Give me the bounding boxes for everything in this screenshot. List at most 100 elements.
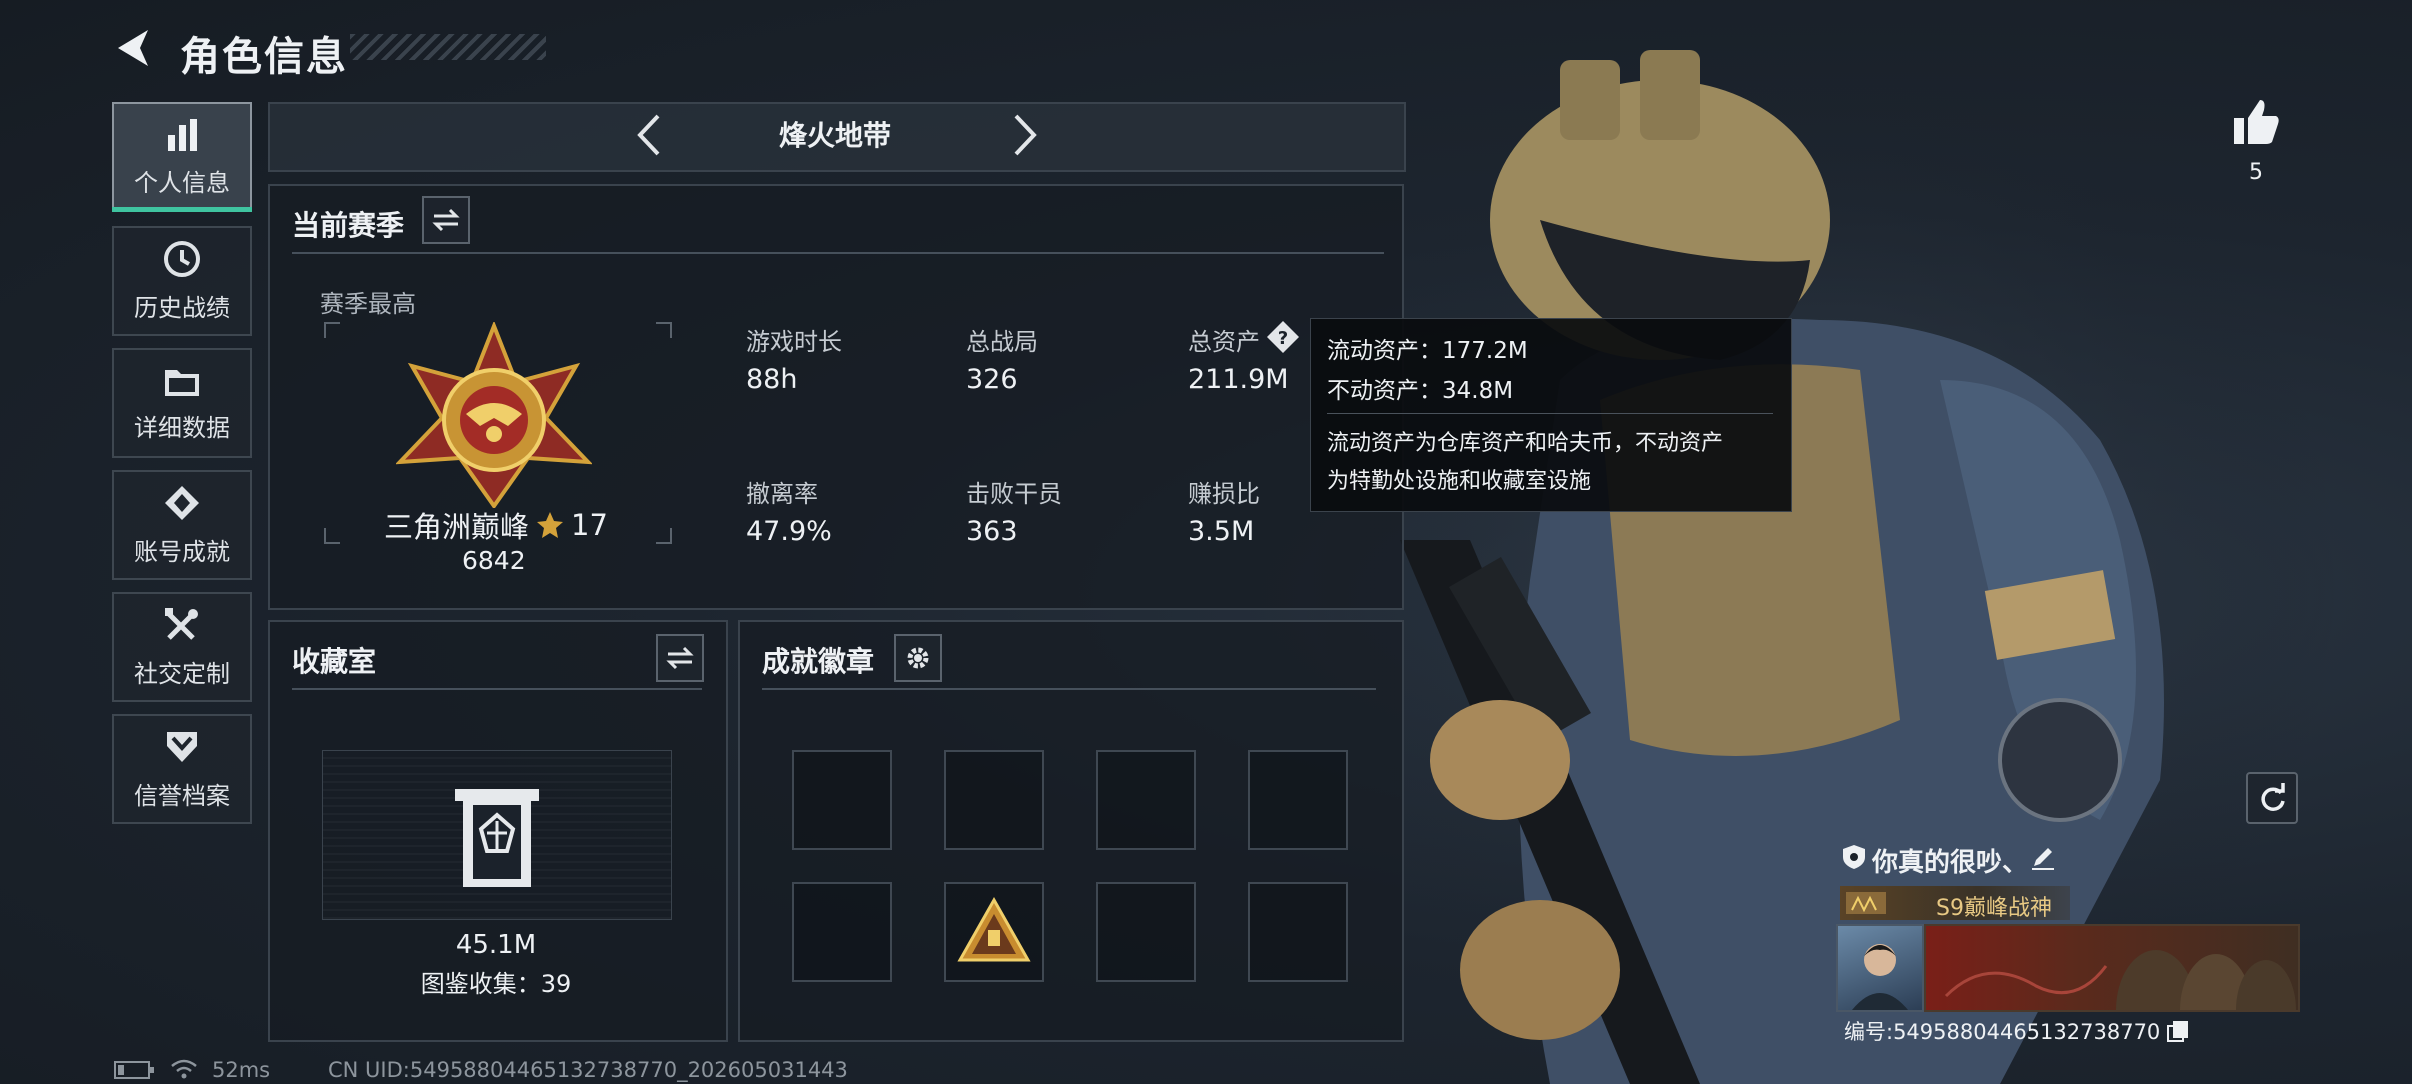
tooltip-divider (1327, 413, 1773, 414)
back-arrow-icon (118, 30, 148, 66)
stat-value-kills: 363 (966, 516, 1018, 547)
rank-stars: 17 (571, 508, 608, 542)
season-best-label: 赛季最高 (320, 290, 416, 318)
uid-text: CN UID:54958804465132738770_202605031443 (328, 1058, 848, 1082)
copy-icon (2167, 1021, 2189, 1042)
folder-icon (165, 369, 199, 396)
clock-history-icon (164, 240, 200, 277)
collection-switch-button[interactable] (656, 634, 704, 682)
collection-title: 收藏室 (292, 645, 377, 678)
shield-chevron-icon (167, 731, 197, 762)
badge-slot[interactable] (1096, 750, 1196, 850)
sidebar-item-achievements[interactable]: 账号成就 (112, 470, 252, 580)
name-card-banner[interactable] (1924, 924, 2300, 1070)
rotate-view-button[interactable] (2246, 772, 2298, 824)
divider (292, 252, 1384, 254)
sidebar-item-reputation[interactable]: 信誉档案 (112, 714, 252, 824)
assets-tooltip: 流动资产：177.2M 不动资产：34.8M 流动资产为仓库资产和哈夫币，不动资… (1310, 318, 1792, 512)
divider (762, 688, 1376, 690)
sidebar-item-history[interactable]: 历史战绩 (112, 226, 252, 336)
stat-value-total-assets: 211.9M (1188, 364, 1289, 395)
title-tag: S9巅峰战神 (1840, 886, 2070, 921)
season-switch-button[interactable] (422, 196, 470, 244)
sidebar-item-label: 社交定制 (134, 659, 230, 688)
pyramid-badge-icon (957, 896, 1031, 962)
collection-preview[interactable] (322, 750, 672, 920)
stat-value-profit-ratio: 3.5M (1188, 516, 1255, 547)
collection-count: 图鉴收集：39 (420, 970, 572, 998)
title-decoration-stripes (350, 34, 546, 60)
back-button[interactable] (112, 26, 156, 70)
svg-text:?: ? (1278, 328, 1288, 349)
assets-help-icon[interactable]: ? (1266, 320, 1300, 354)
badge-slot[interactable] (944, 750, 1044, 850)
like-button[interactable] (2230, 96, 2282, 148)
gear-icon (907, 647, 929, 669)
rank-emblem-icon (396, 322, 592, 508)
pencil-icon (2032, 848, 2054, 870)
battery-icon (114, 1061, 154, 1079)
season-title: 当前赛季 (292, 209, 405, 242)
title-emblem-icon (1846, 892, 1886, 914)
collection-value: 45.1M (455, 930, 537, 960)
bar-chart-icon (168, 118, 197, 151)
question-diamond-icon: ? (1267, 321, 1299, 353)
ping-value: 52ms (212, 1058, 271, 1082)
sidebar-item-label: 历史战绩 (134, 293, 230, 322)
avatar[interactable] (1836, 924, 1924, 1012)
chevron-left-icon (637, 114, 660, 156)
sidebar-item-detailed-data[interactable]: 详细数据 (112, 348, 252, 458)
star-icon (537, 512, 564, 538)
soldiers-banner-icon (1944, 950, 2296, 1070)
stat-label-playtime: 游戏时长 (746, 328, 842, 356)
stat-label-total-matches: 总战局 (966, 328, 1038, 356)
frame-corner (324, 322, 340, 338)
mode-prev-button[interactable] (628, 110, 672, 160)
stat-label-profit-ratio: 赚损比 (1188, 480, 1260, 508)
badges-settings-button[interactable] (894, 634, 942, 682)
frame-corner (324, 528, 340, 544)
collection-room-icon (455, 789, 539, 887)
chevron-right-icon (1014, 114, 1037, 156)
sidebar-item-label: 信誉档案 (134, 781, 230, 810)
edit-name-button[interactable] (2028, 842, 2058, 872)
sidebar-item-label: 个人信息 (134, 168, 230, 197)
mode-next-button[interactable] (1002, 110, 1046, 160)
badge-slot[interactable] (792, 882, 892, 982)
tooltip-fixed-assets: 不动资产：34.8M (1327, 378, 1514, 404)
stat-label-kills: 击败干员 (966, 480, 1062, 508)
badge-slot[interactable] (792, 750, 892, 850)
badge-slot[interactable] (1248, 750, 1348, 850)
frame-corner (656, 528, 672, 544)
player-id-text: 编号:5495880446513273877​0 (1844, 1020, 2161, 1044)
badge-slot[interactable] (1096, 882, 1196, 982)
shield-badge-icon (1843, 845, 1865, 869)
wifi-icon (171, 1059, 197, 1079)
badge-slot[interactable] (944, 882, 1044, 982)
swap-arrows-icon (666, 646, 694, 670)
achievement-icon (165, 485, 199, 520)
page-title: 角色信息 (180, 34, 348, 80)
tooltip-liquid-assets: 流动资产：177.2M (1327, 338, 1528, 364)
stat-value-extraction-rate: 47.9% (746, 516, 832, 547)
swap-arrows-icon (432, 208, 460, 232)
rank-score: 6842 (462, 546, 526, 575)
rank-name: 三角洲巅峰 17 (384, 504, 608, 546)
tools-icon (165, 607, 198, 640)
stat-label-extraction-rate: 撤离率 (746, 480, 818, 508)
title-tag-label: S9巅峰战神 (1936, 896, 2052, 921)
sidebar-item-label: 账号成就 (134, 537, 230, 566)
avatar-person-icon (1852, 944, 1908, 1010)
copy-id-button[interactable] (2166, 1019, 2190, 1043)
badge-slot[interactable] (1248, 882, 1348, 982)
sidebar-item-social-custom[interactable]: 社交定制 (112, 592, 252, 702)
tooltip-desc-line2: 为特勤处设施和收藏室设施 (1327, 469, 1592, 494)
divider (292, 688, 702, 690)
tooltip-desc-line1: 流动资产为仓库资产和哈夫币，不动资产 (1327, 431, 1724, 456)
sidebar-item-label: 详细数据 (134, 413, 230, 442)
stat-label-total-assets: 总资产 (1188, 328, 1260, 356)
player-id: 编号:5495880446513273877​0 (1844, 1016, 2190, 1046)
thumbs-up-icon (2234, 100, 2279, 144)
stat-value-playtime: 88h (746, 364, 798, 395)
sidebar-item-personal-info[interactable]: 个人信息 (112, 102, 252, 212)
